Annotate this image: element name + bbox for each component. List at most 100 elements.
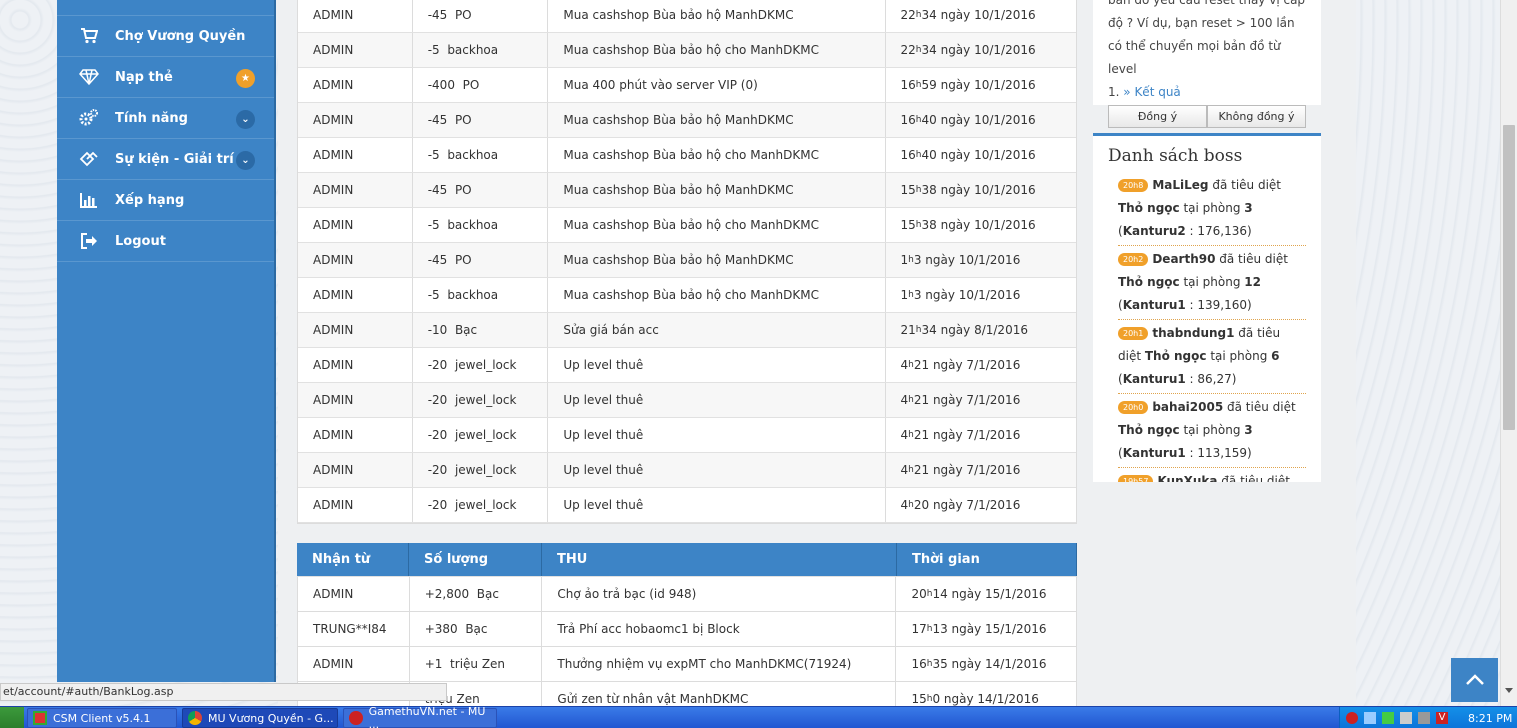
sidebar-item-4[interactable]: Xếp hạng bbox=[57, 180, 274, 221]
status-bar-url: et/account/#auth/BankLog.asp bbox=[0, 683, 447, 701]
disagree-button[interactable]: Không đồng ý bbox=[1207, 105, 1306, 128]
description-cell: Up level thuê bbox=[548, 453, 886, 487]
description-cell: Up level thuê bbox=[548, 383, 886, 417]
agree-button[interactable]: Đồng ý bbox=[1108, 105, 1207, 128]
start-button[interactable] bbox=[0, 707, 24, 728]
sender-cell: ADMIN bbox=[298, 0, 413, 32]
time-cell: 15 h 38 ngày 10/1/2016 bbox=[900, 183, 1036, 197]
sender-cell: ADMIN bbox=[298, 488, 413, 522]
sidebar: Chợ Vương Quyền Nạp thẻ ★ Tính năng ⌄ Sự kiện… bbox=[57, 0, 276, 682]
sender-cell: ADMIN bbox=[298, 173, 413, 207]
chart-icon bbox=[79, 191, 99, 209]
windows-taskbar: CSM Client v5.4.1 MU Vương Quyền - G... … bbox=[0, 705, 1517, 728]
sidebar-item-label: Logout bbox=[115, 233, 166, 249]
table-row: ADMIN -5 backhoa Mua cashshop Bùa bảo hộ c… bbox=[298, 33, 1076, 68]
poll-text-1: bản đồ yêu cầu reset thấy vị cấp bbox=[1108, 0, 1306, 7]
gamethu-icon bbox=[349, 711, 363, 725]
scroll-down-arrow-icon[interactable] bbox=[1505, 688, 1513, 693]
boss-name: Thỏ ngọc bbox=[1144, 349, 1207, 363]
time-badge: 20h2 bbox=[1118, 253, 1149, 266]
tray-icon[interactable] bbox=[1364, 712, 1376, 724]
amount-cell: -20 jewel_lock bbox=[413, 488, 549, 522]
sender-cell: TRUNG**I84 bbox=[298, 612, 410, 646]
tray-icon[interactable] bbox=[1418, 712, 1430, 724]
boss-list-title: Danh sách boss bbox=[1108, 146, 1243, 166]
sidebar-item-2[interactable]: Tính năng ⌄ bbox=[57, 98, 274, 139]
time-cell: 22 h 34 ngày 10/1/2016 bbox=[900, 8, 1036, 22]
sender-cell: ADMIN bbox=[298, 383, 413, 417]
table-row: ADMIN -45 PO Mua cashshop Bùa bảo hộ ManhD… bbox=[298, 173, 1076, 208]
boss-name: Thỏ ngọc bbox=[1118, 275, 1180, 289]
sender-cell: ADMIN bbox=[298, 647, 410, 681]
amount-cell: -5 backhoa bbox=[413, 278, 549, 312]
map-name: Kanturu1 bbox=[1122, 298, 1186, 312]
amount-cell: -20 jewel_lock bbox=[413, 348, 549, 382]
time-cell: 4 h 21 ngày 7/1/2016 bbox=[900, 393, 1021, 407]
event-icon bbox=[79, 150, 99, 168]
column-header[interactable]: THU bbox=[542, 543, 897, 576]
sender-cell: ADMIN bbox=[298, 68, 413, 102]
amount-cell: -45 PO bbox=[413, 173, 549, 207]
amount-cell: -20 jewel_lock bbox=[413, 418, 549, 452]
time-cell: 1h3 ngày 10/1/2016 bbox=[900, 288, 1021, 302]
table-row: ADMIN -5 backhoa Mua cashshop Bùa bảo hộ c… bbox=[298, 138, 1076, 173]
sidebar-item-label: Tính năng bbox=[115, 110, 188, 126]
amount-cell: -10 Bạc bbox=[413, 313, 549, 347]
table-row: ADMIN -400 PO Mua 400 phút vào server VIP … bbox=[298, 68, 1076, 103]
sender-cell: ADMIN bbox=[298, 348, 413, 382]
description-cell: Mua cashshop Bùa bảo hộ ManhDKMC bbox=[548, 0, 886, 32]
taskbar-label: GamethuVN.net - MU ... bbox=[368, 705, 486, 728]
sidebar-item-label: Sự kiện - Giải trí bbox=[115, 151, 234, 167]
description-cell: Up level thuê bbox=[548, 488, 886, 522]
boss-entry: 20h8 MaLiLeg đã tiêu diệt Thỏ ngọc tại ph… bbox=[1118, 172, 1306, 246]
logout-icon bbox=[79, 232, 99, 250]
table-row: ADMIN -5 backhoa Mua cashshop Bùa bảo hộ c… bbox=[298, 208, 1076, 243]
sidebar-item-cut[interactable] bbox=[57, 0, 274, 16]
room-number: 12 bbox=[1244, 275, 1261, 289]
description-cell: Mua cashshop Bùa bảo hộ ManhDKMC bbox=[548, 243, 886, 277]
sidebar-item-0[interactable]: Chợ Vương Quyền bbox=[57, 16, 274, 57]
player-name: KunXuka bbox=[1157, 474, 1218, 482]
sidebar-item-5[interactable]: Logout bbox=[57, 221, 274, 262]
description-cell: Mua cashshop Bùa bảo hộ cho ManhDKMC bbox=[548, 33, 886, 67]
description-cell: Thưởng nhiệm vụ expMT cho ManhDKMC(71924… bbox=[542, 647, 897, 681]
sender-cell: ADMIN bbox=[298, 577, 410, 611]
sender-cell: ADMIN bbox=[298, 103, 413, 137]
table-row: ADMIN -45 PO Mua cashshop Bùa bảo hộ ManhD… bbox=[298, 103, 1076, 138]
description-cell: Sửa giá bán acc bbox=[548, 313, 886, 347]
amount-cell: -20 jewel_lock bbox=[413, 383, 549, 417]
page-scrollbar[interactable] bbox=[1500, 0, 1517, 706]
taskbar-item-gamethu[interactable]: GamethuVN.net - MU ... bbox=[343, 705, 497, 728]
poll-result-link[interactable]: » Kết quả bbox=[1123, 85, 1181, 99]
description-cell: Chợ ảo trả bạc (id 948) bbox=[542, 577, 897, 611]
amount-cell: +1 triệu Zen bbox=[410, 647, 543, 681]
column-header[interactable]: Thời gian bbox=[897, 543, 1077, 576]
map-name: Kanturu1 bbox=[1122, 446, 1186, 460]
map-name: Kanturu2 bbox=[1122, 224, 1186, 238]
clock: 8:21 PM bbox=[1468, 711, 1513, 725]
scrollbar-thumb[interactable] bbox=[1503, 125, 1515, 430]
tray-icon[interactable] bbox=[1400, 712, 1412, 724]
sidebar-item-3[interactable]: Sự kiện - Giải trí ⌄ bbox=[57, 139, 274, 180]
poll-text-4: 1. bbox=[1108, 85, 1120, 99]
time-cell: 1h3 ngày 10/1/2016 bbox=[900, 253, 1021, 267]
tray-icon[interactable] bbox=[1382, 712, 1394, 724]
player-name: MaLiLeg bbox=[1152, 178, 1209, 192]
boss-name: Thỏ ngọc bbox=[1118, 423, 1180, 437]
taskbar-item-chrome[interactable]: MU Vương Quyền - G... bbox=[182, 708, 338, 728]
tray-icon[interactable]: V bbox=[1436, 712, 1448, 724]
amount-cell: -5 backhoa bbox=[413, 138, 549, 172]
table-row: ADMIN +2,800 Bạc Chợ ảo trả bạc (id 948) 20… bbox=[297, 577, 1077, 612]
back-to-top-button[interactable] bbox=[1451, 658, 1498, 702]
boss-entry: 20h2 Dearth90 đã tiêu diệt Thỏ ngọc tại p… bbox=[1118, 246, 1306, 320]
column-header[interactable]: Nhận từ bbox=[297, 543, 409, 576]
cart-icon bbox=[79, 27, 99, 45]
chevron-down-icon: ⌄ bbox=[236, 151, 255, 170]
sidebar-item-1[interactable]: Nạp thẻ ★ bbox=[57, 57, 274, 98]
taskbar-item-csm[interactable]: CSM Client v5.4.1 bbox=[27, 708, 177, 728]
tray-icon[interactable] bbox=[1346, 712, 1358, 724]
table-row: ADMIN -20 jewel_lock Up level thuê 4 h 20 ngà… bbox=[298, 488, 1076, 523]
column-header[interactable]: Số lượng bbox=[409, 543, 542, 576]
sidebar-item-label: Nạp thẻ bbox=[115, 69, 173, 85]
time-cell: 4 h 21 ngày 7/1/2016 bbox=[900, 428, 1021, 442]
